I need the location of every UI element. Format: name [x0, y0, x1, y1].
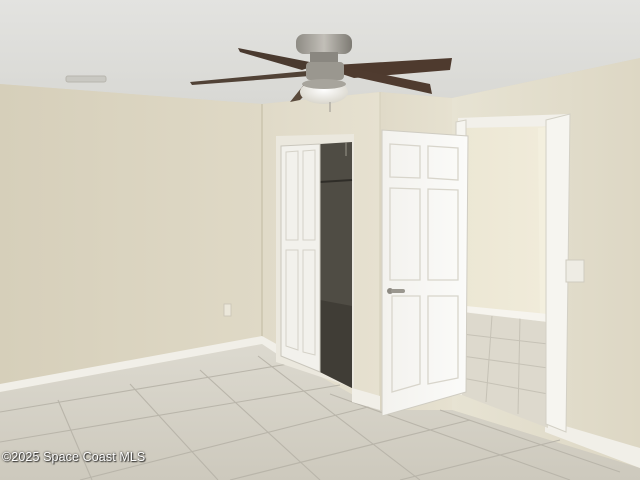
bedroom-door	[381, 129, 469, 417]
room-photo	[0, 0, 640, 480]
wall-outlet	[223, 303, 232, 317]
mls-watermark: ©2025 Space Coast MLS	[2, 450, 146, 464]
ceiling-vent	[65, 75, 107, 83]
closet-door	[280, 143, 321, 373]
light-switch-plate	[565, 259, 585, 283]
room-scene	[0, 0, 640, 480]
